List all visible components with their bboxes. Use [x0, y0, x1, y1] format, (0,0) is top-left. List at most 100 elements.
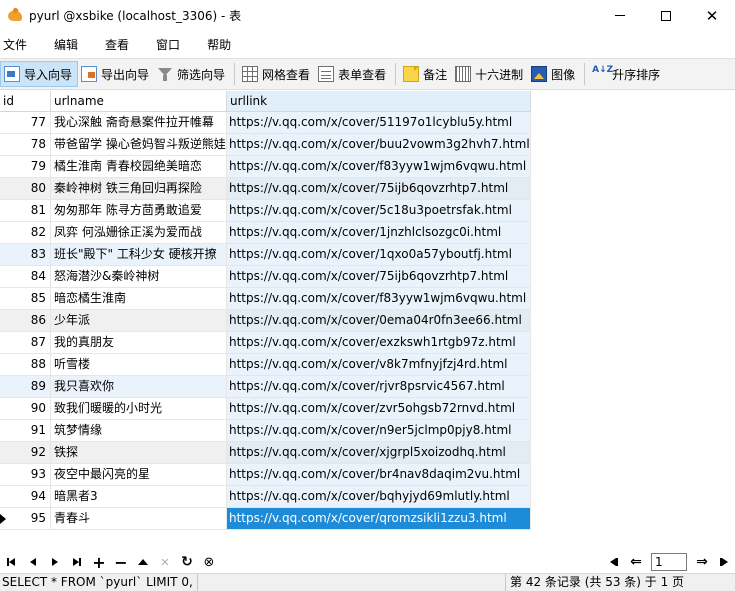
cell-urllink[interactable]: https://v.qq.com/x/cover/0ema04r0fn3ee66… — [227, 310, 531, 332]
cell-urllink[interactable]: https://v.qq.com/x/cover/f83yyw1wjm6vqwu… — [227, 156, 531, 178]
status-bar: SELECT * FROM `pyurl` LIMIT 0, 1000 第 42… — [0, 573, 735, 591]
table-row[interactable]: 93 夜空中最闪亮的星 https://v.qq.com/x/cover/br4na… — [0, 464, 531, 486]
cell-urllink[interactable]: https://v.qq.com/x/cover/n9er5jclmp0pjy8… — [227, 420, 531, 442]
grid-view-button[interactable]: 网格查看 — [239, 61, 315, 87]
image-icon — [531, 66, 548, 82]
cell-urlname[interactable]: 我只喜欢你 — [51, 376, 227, 398]
table-row[interactable]: 77 我心深触 斋奇悬案件拉开帷幕 https://v.qq.com/x/cover… — [0, 112, 531, 134]
table-row[interactable]: 94 暗黑者3 https://v.qq.com/x/cover/bqhyjyd69… — [0, 486, 531, 508]
cell-urlname[interactable]: 我心深触 斋奇悬案件拉开帷幕 — [51, 112, 227, 134]
cell-urlname[interactable]: 暗恋橘生淮南 — [51, 288, 227, 310]
table-row[interactable]: 88 听雪楼 https://v.qq.com/x/cover/v8k7mfnyjf… — [0, 354, 531, 376]
cell-urlname[interactable]: 匆匆那年 陈寻方茴勇敢追爱 — [51, 200, 227, 222]
menu-view[interactable]: 查看 — [102, 36, 141, 53]
cell-urllink[interactable]: https://v.qq.com/x/cover/v8k7mfnyjfzj4rd… — [227, 354, 531, 376]
table-row[interactable]: 89 我只喜欢你 https://v.qq.com/x/cover/rjvr8psr… — [0, 376, 531, 398]
row-indicator — [0, 222, 10, 244]
first-record-button[interactable] — [0, 552, 22, 572]
cell-urllink[interactable]: https://v.qq.com/x/cover/qromzsikli1zzu3… — [227, 508, 531, 530]
table-row[interactable]: 85 暗恋橘生淮南 https://v.qq.com/x/cover/f83yyw1… — [0, 288, 531, 310]
cell-urllink[interactable]: https://v.qq.com/x/cover/51197o1lcyblu5y… — [227, 112, 531, 134]
memo-button[interactable]: 备注 — [400, 61, 452, 87]
cell-urllink[interactable]: https://v.qq.com/x/cover/5c18u3poetrsfak… — [227, 200, 531, 222]
export-wizard-button[interactable]: 导出向导 — [78, 61, 154, 87]
table-row[interactable]: 95 青春斗 https://v.qq.com/x/cover/qromzsikli… — [0, 508, 531, 530]
cell-urllink[interactable]: https://v.qq.com/x/cover/xjgrpl5xoizodhq… — [227, 442, 531, 464]
table-row[interactable]: 79 橘生淮南 青春校园绝美暗恋 https://v.qq.com/x/cover/… — [0, 156, 531, 178]
menu-help[interactable]: 帮助 — [204, 36, 243, 53]
cell-urllink[interactable]: https://v.qq.com/x/cover/1qxo0a57yboutfj… — [227, 244, 531, 266]
cell-urllink[interactable]: https://v.qq.com/x/cover/zvr5ohgsb72rnvd… — [227, 398, 531, 420]
data-grid[interactable]: id urlname urllink 77 我心深触 斋奇悬案件拉开帷幕 https… — [0, 91, 735, 549]
page-number-input[interactable] — [651, 553, 687, 571]
next-page-button[interactable]: ⇒ — [691, 552, 713, 572]
cell-urlname[interactable]: 暗黑者3 — [51, 486, 227, 508]
delete-record-button[interactable]: − — [110, 552, 132, 572]
menu-window[interactable]: 窗口 — [153, 36, 192, 53]
cell-urlname[interactable]: 夜空中最闪亮的星 — [51, 464, 227, 486]
table-row[interactable]: 78 带爸留学 操心爸妈智斗叛逆熊娃 https://v.qq.com/x/cove… — [0, 134, 531, 156]
cell-urlname[interactable]: 怒海潜沙&秦岭神树 — [51, 266, 227, 288]
cell-urlname[interactable]: 少年派 — [51, 310, 227, 332]
previous-record-button[interactable] — [22, 552, 44, 572]
add-record-button[interactable]: + — [88, 552, 110, 572]
cell-urlname[interactable]: 凤弈 何泓姗徐正溪为爱而战 — [51, 222, 227, 244]
column-header-id[interactable]: id — [0, 91, 51, 112]
table-row[interactable]: 81 匆匆那年 陈寻方茴勇敢追爱 https://v.qq.com/x/cover/… — [0, 200, 531, 222]
cell-urlname[interactable]: 铁探 — [51, 442, 227, 464]
cell-urlname[interactable]: 橘生淮南 青春校园绝美暗恋 — [51, 156, 227, 178]
hex-button[interactable]: 十六进制 — [452, 61, 528, 87]
table-row[interactable]: 82 凤弈 何泓姗徐正溪为爱而战 https://v.qq.com/x/cover/… — [0, 222, 531, 244]
table-row[interactable]: 91 筑梦情缘 https://v.qq.com/x/cover/n9er5jclm… — [0, 420, 531, 442]
cell-urllink[interactable]: https://v.qq.com/x/cover/1jnzhlclsozgc0i… — [227, 222, 531, 244]
table-row[interactable]: 92 铁探 https://v.qq.com/x/cover/xjgrpl5xoiz… — [0, 442, 531, 464]
cell-urlname[interactable]: 听雪楼 — [51, 354, 227, 376]
minimize-button[interactable] — [597, 0, 643, 31]
table-row[interactable]: 87 我的真朋友 https://v.qq.com/x/cover/exzkswh1… — [0, 332, 531, 354]
cell-urlname[interactable]: 筑梦情缘 — [51, 420, 227, 442]
previous-page-button[interactable]: ⇐ — [625, 552, 647, 572]
first-page-button[interactable] — [603, 552, 625, 572]
column-header-urlname[interactable]: urlname — [51, 91, 227, 112]
form-view-button[interactable]: 表单查看 — [315, 61, 391, 87]
close-button[interactable]: ✕ — [689, 0, 735, 31]
filter-wizard-button[interactable]: 筛选向导 — [154, 61, 230, 87]
next-record-button[interactable] — [44, 552, 66, 572]
discard-changes-button[interactable]: ✕ — [154, 552, 176, 572]
table-row[interactable]: 84 怒海潜沙&秦岭神树 https://v.qq.com/x/cover/75ij… — [0, 266, 531, 288]
cell-urlname[interactable]: 我的真朋友 — [51, 332, 227, 354]
table-row[interactable]: 80 秦岭神树 铁三角回归再探险 https://v.qq.com/x/cover/… — [0, 178, 531, 200]
menu-bar: 文件 编辑 查看 窗口 帮助 — [0, 31, 735, 57]
image-button[interactable]: 图像 — [528, 61, 580, 87]
cell-urllink[interactable]: https://v.qq.com/x/cover/buu2vowm3g2hvh7… — [227, 134, 531, 156]
cell-urllink[interactable]: https://v.qq.com/x/cover/f83yyw1wjm6vqwu… — [227, 288, 531, 310]
import-wizard-button[interactable]: 导入向导 — [0, 61, 79, 87]
last-record-button[interactable] — [66, 552, 88, 572]
menu-edit[interactable]: 编辑 — [51, 36, 90, 53]
table-row[interactable]: 90 致我们暖暖的小时光 https://v.qq.com/x/cover/zvr5… — [0, 398, 531, 420]
cell-urllink[interactable]: https://v.qq.com/x/cover/75ijb6qovzrhtp7… — [227, 178, 531, 200]
apply-changes-button[interactable] — [132, 552, 154, 572]
cell-urlname[interactable]: 青春斗 — [51, 508, 227, 530]
stop-button[interactable]: ⊗ — [198, 552, 220, 572]
cell-urlname[interactable]: 致我们暖暖的小时光 — [51, 398, 227, 420]
row-indicator — [0, 464, 10, 486]
cell-urllink[interactable]: https://v.qq.com/x/cover/75ijb6qovzrhtp7… — [227, 266, 531, 288]
cell-urllink[interactable]: https://v.qq.com/x/cover/br4nav8daqim2vu… — [227, 464, 531, 486]
cell-urlname[interactable]: 秦岭神树 铁三角回归再探险 — [51, 178, 227, 200]
sort-ascending-button[interactable]: A↓Z 升序排序 — [589, 61, 665, 87]
row-indicator — [0, 266, 10, 288]
maximize-button[interactable] — [643, 0, 689, 31]
menu-file[interactable]: 文件 — [0, 36, 39, 53]
last-page-button[interactable] — [713, 552, 735, 572]
cell-urlname[interactable]: 带爸留学 操心爸妈智斗叛逆熊娃 — [51, 134, 227, 156]
refresh-button[interactable]: ↻ — [176, 552, 198, 572]
cell-urllink[interactable]: https://v.qq.com/x/cover/exzkswh1rtgb97z… — [227, 332, 531, 354]
column-header-urllink[interactable]: urllink — [227, 91, 531, 112]
table-row[interactable]: 83 班长"殿下" 工科少女 硬核开撩 https://v.qq.com/x/cov… — [0, 244, 531, 266]
cell-urlname[interactable]: 班长"殿下" 工科少女 硬核开撩 — [51, 244, 227, 266]
cell-urllink[interactable]: https://v.qq.com/x/cover/bqhyjyd69mlutly… — [227, 486, 531, 508]
cell-urllink[interactable]: https://v.qq.com/x/cover/rjvr8psrvic4567… — [227, 376, 531, 398]
table-row[interactable]: 86 少年派 https://v.qq.com/x/cover/0ema04r0fn… — [0, 310, 531, 332]
minus-icon: − — [114, 552, 128, 572]
